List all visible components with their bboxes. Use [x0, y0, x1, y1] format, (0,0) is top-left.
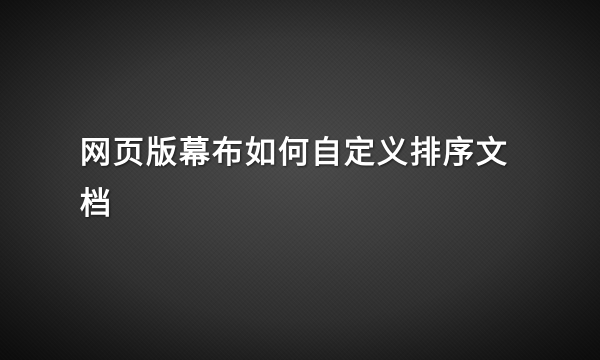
- title-banner: 网页版幕布如何自定义排序文档: [0, 0, 600, 360]
- banner-title: 网页版幕布如何自定义排序文档: [80, 135, 509, 222]
